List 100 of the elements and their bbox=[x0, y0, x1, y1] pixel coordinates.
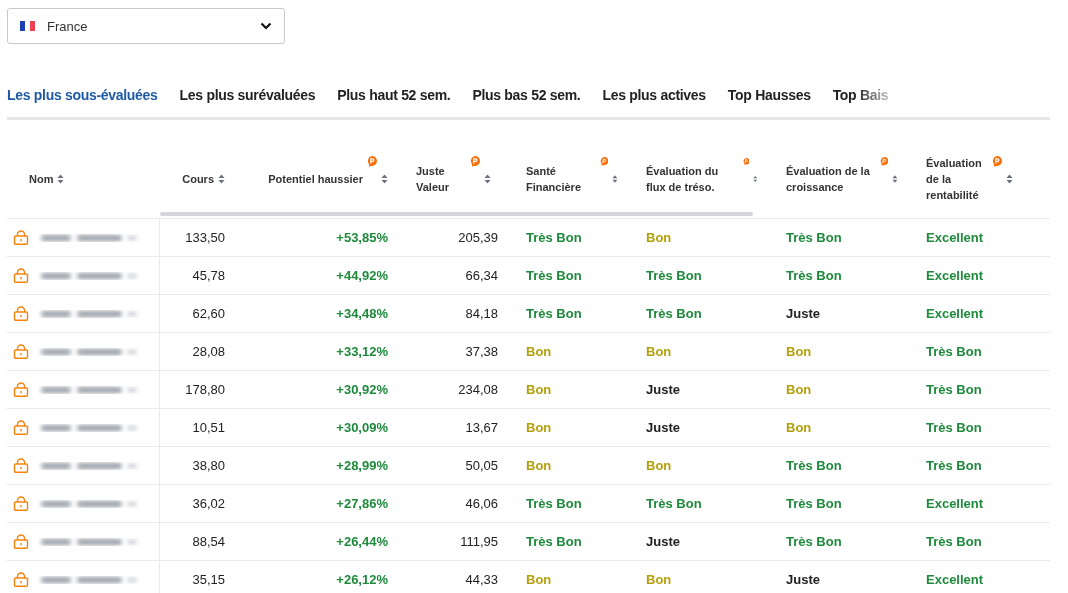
rating-value: Excellent bbox=[926, 306, 984, 321]
rating-value: Excellent bbox=[926, 496, 984, 511]
lock-icon[interactable] bbox=[13, 496, 29, 511]
price-value: 62,60 bbox=[192, 306, 225, 321]
lock-icon[interactable] bbox=[13, 458, 29, 473]
fair-value: 46,06 bbox=[465, 496, 498, 511]
rating-value: Très Bon bbox=[526, 496, 582, 511]
column-header[interactable]: Nom bbox=[29, 171, 54, 187]
lock-icon[interactable] bbox=[13, 382, 29, 397]
upside-value: +34,48% bbox=[336, 306, 388, 321]
column-header[interactable]: Évaluation de la rentabilité bbox=[926, 155, 988, 203]
lock-icon[interactable] bbox=[13, 230, 29, 245]
rating-value: Très Bon bbox=[526, 268, 582, 283]
fair-value: 66,34 bbox=[465, 268, 498, 283]
lock-icon[interactable] bbox=[13, 572, 29, 587]
rating-value: Bon bbox=[786, 420, 812, 435]
price-value: 36,02 bbox=[192, 496, 225, 511]
column-header[interactable]: Cours bbox=[182, 171, 214, 187]
rating-value: Très Bon bbox=[786, 458, 842, 473]
sort-icon[interactable] bbox=[381, 174, 388, 184]
price-value: 178,80 bbox=[185, 382, 225, 397]
rating-value: Très Bon bbox=[926, 382, 982, 397]
rating-value: Très Bon bbox=[926, 344, 982, 359]
tab[interactable]: Les plus actives bbox=[602, 87, 706, 117]
sort-icon[interactable] bbox=[218, 174, 225, 184]
column-header[interactable]: Santé Financière bbox=[526, 163, 596, 195]
upside-value: +30,92% bbox=[336, 382, 388, 397]
upside-value: +26,44% bbox=[336, 534, 388, 549]
tab[interactable]: Top Bais bbox=[832, 87, 889, 117]
rating-value: Très Bon bbox=[786, 230, 842, 245]
tab[interactable]: Plus haut 52 sem. bbox=[337, 87, 451, 117]
rating-value: Bon bbox=[526, 420, 552, 435]
lock-icon[interactable] bbox=[13, 420, 29, 435]
upside-value: +26,12% bbox=[336, 572, 388, 587]
lock-icon[interactable] bbox=[13, 268, 29, 283]
upside-value: +44,92% bbox=[336, 268, 388, 283]
rating-value: Juste bbox=[646, 382, 680, 397]
rating-value: Bon bbox=[646, 458, 672, 473]
rating-value: Très Bon bbox=[526, 534, 582, 549]
rating-value: Très Bon bbox=[926, 420, 982, 435]
fair-value: 84,18 bbox=[465, 306, 498, 321]
fair-value: 37,38 bbox=[465, 344, 498, 359]
upside-value: +27,86% bbox=[336, 496, 388, 511]
rating-value: Juste bbox=[786, 572, 820, 587]
rating-value: Très Bon bbox=[926, 534, 982, 549]
sort-icon[interactable] bbox=[1006, 174, 1013, 184]
tab[interactable]: Top Hausses bbox=[727, 87, 811, 117]
rating-value: Excellent bbox=[926, 572, 984, 587]
price-value: 133,50 bbox=[185, 230, 225, 245]
price-value: 88,54 bbox=[192, 534, 225, 549]
fair-value: 50,05 bbox=[465, 458, 498, 473]
upside-value: +33,12% bbox=[336, 344, 388, 359]
column-header[interactable]: Évaluation de la croissance bbox=[786, 163, 876, 195]
country-select[interactable]: France bbox=[7, 8, 285, 44]
column-header[interactable]: Évaluation du flux de tréso. bbox=[646, 163, 739, 195]
price-value: 28,08 bbox=[192, 344, 225, 359]
fair-value: 234,08 bbox=[458, 382, 498, 397]
tab[interactable]: Plus bas 52 sem. bbox=[472, 87, 581, 117]
rating-value: Très Bon bbox=[786, 496, 842, 511]
fair-value: 44,33 bbox=[465, 572, 498, 587]
sort-icon[interactable] bbox=[892, 174, 898, 184]
sort-icon[interactable] bbox=[57, 174, 65, 184]
price-value: 35,15 bbox=[192, 572, 225, 587]
rating-value: Très Bon bbox=[646, 268, 702, 283]
tab[interactable]: Les plus sous-évaluées bbox=[7, 87, 158, 117]
rating-value: Très Bon bbox=[786, 268, 842, 283]
sort-icon[interactable] bbox=[484, 174, 491, 184]
column-header[interactable]: Juste Valeur bbox=[416, 163, 466, 195]
lock-icon[interactable] bbox=[13, 306, 29, 321]
flag-icon bbox=[20, 21, 35, 31]
rating-value: Juste bbox=[786, 306, 820, 321]
rating-value: Bon bbox=[526, 458, 552, 473]
rating-value: Bon bbox=[646, 230, 672, 245]
scrollbar[interactable] bbox=[160, 212, 753, 216]
sort-icon[interactable] bbox=[612, 174, 618, 184]
rating-value: Très Bon bbox=[786, 534, 842, 549]
rating-value: Bon bbox=[786, 382, 812, 397]
tab[interactable]: Les plus surévaluées bbox=[179, 87, 316, 117]
price-value: 45,78 bbox=[192, 268, 225, 283]
rating-value: Excellent bbox=[926, 230, 984, 245]
rating-value: Juste bbox=[646, 534, 680, 549]
upside-value: +53,85% bbox=[336, 230, 388, 245]
rating-value: Bon bbox=[526, 382, 552, 397]
rating-value: Bon bbox=[786, 344, 812, 359]
rating-value: Bon bbox=[526, 572, 552, 587]
price-value: 38,80 bbox=[192, 458, 225, 473]
rating-value: Excellent bbox=[926, 268, 984, 283]
rating-value: Bon bbox=[646, 344, 672, 359]
chevron-down-icon bbox=[260, 22, 272, 30]
rating-value: Juste bbox=[646, 420, 680, 435]
upside-value: +28,99% bbox=[336, 458, 388, 473]
rating-value: Très Bon bbox=[646, 306, 702, 321]
lock-icon[interactable] bbox=[13, 344, 29, 359]
upside-value: +30,09% bbox=[336, 420, 388, 435]
fair-value: 205,39 bbox=[458, 230, 498, 245]
lock-icon[interactable] bbox=[13, 534, 29, 549]
sort-icon[interactable] bbox=[753, 174, 758, 184]
rating-value: Très Bon bbox=[646, 496, 702, 511]
rating-value: Très Bon bbox=[926, 458, 982, 473]
column-header[interactable]: Potentiel haussier bbox=[268, 171, 363, 187]
